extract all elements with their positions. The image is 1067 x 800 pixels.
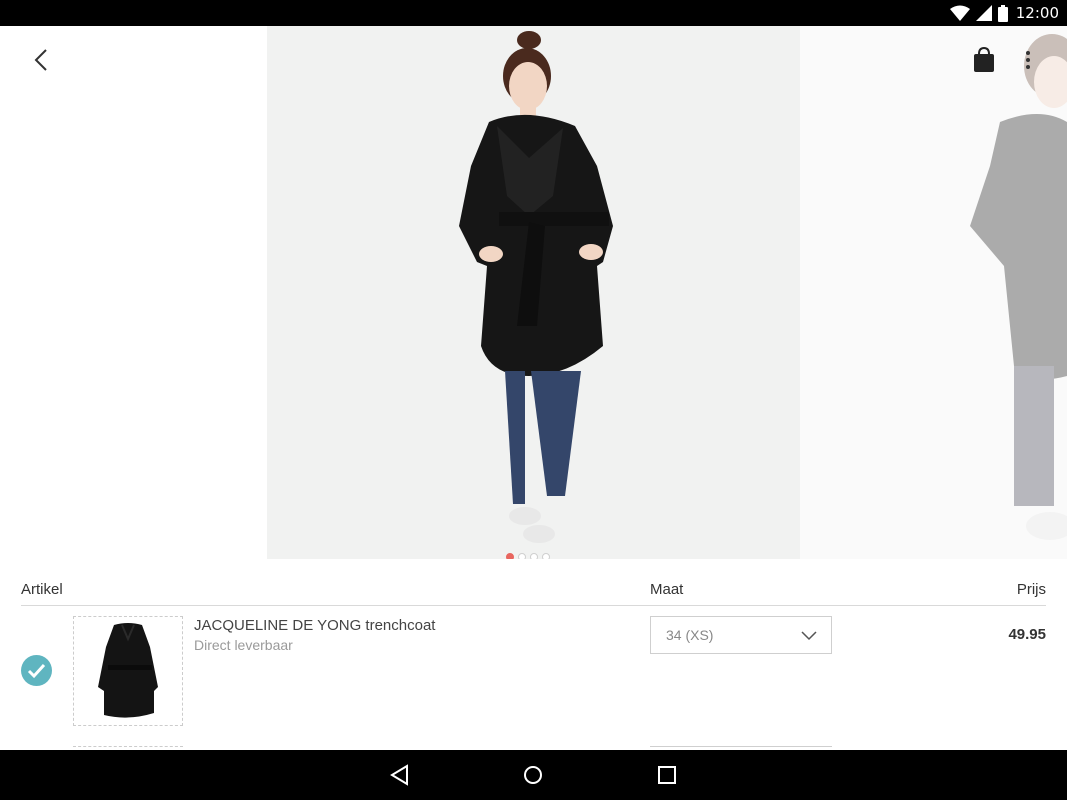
page-dot[interactable] <box>530 553 538 559</box>
chevron-down-icon <box>801 631 817 641</box>
page-dot[interactable] <box>518 553 526 559</box>
coat-model-side-photo[interactable] <box>800 26 1067 559</box>
size-dropdown[interactable]: 34 (XS) <box>650 616 832 654</box>
page-dot[interactable] <box>542 553 550 559</box>
size-value: 34 (XS) <box>666 627 714 643</box>
header-prijs: Prijs <box>1016 581 1046 598</box>
product-name[interactable]: JACQUELINE DE YONG trenchcoat <box>194 617 435 634</box>
availability-status: Direct leverbaar <box>194 637 293 653</box>
coat-model-front-photo[interactable] <box>267 26 800 559</box>
nav-back-button[interactable] <box>387 762 413 788</box>
home-circle-icon <box>524 766 542 784</box>
recents-square-icon <box>658 766 676 784</box>
header-artikel: Artikel <box>21 581 63 598</box>
select-checkbox[interactable] <box>21 655 52 686</box>
checkmark-icon <box>27 663 46 679</box>
chevron-left-icon <box>34 49 47 71</box>
header-maat: Maat <box>650 581 684 598</box>
system-navigation-bar <box>0 750 1067 800</box>
more-options-button[interactable] <box>1018 46 1038 74</box>
cell-signal-icon <box>975 5 992 21</box>
shopping-bag-icon <box>974 46 994 72</box>
status-time: 12:00 <box>1015 4 1059 22</box>
wifi-icon <box>949 5 970 21</box>
product-thumbnail[interactable] <box>73 616 183 726</box>
shopping-bag-button[interactable] <box>970 46 998 74</box>
battery-icon <box>997 4 1008 22</box>
back-triangle-icon <box>390 764 408 786</box>
coat-thumbnail-image <box>98 623 158 718</box>
nav-recents-button[interactable] <box>654 762 680 788</box>
status-icons: 12:00 <box>949 0 1059 26</box>
gallery-page-indicator <box>506 553 550 559</box>
status-bar: 12:00 <box>0 0 1067 26</box>
product-image-gallery[interactable] <box>0 26 1067 559</box>
nav-home-button[interactable] <box>520 762 546 788</box>
back-button[interactable] <box>28 46 56 74</box>
product-price: 49.95 <box>1008 626 1046 643</box>
page-dot-active[interactable] <box>506 553 514 559</box>
more-vertical-icon <box>1026 51 1030 69</box>
table-header: Artikel Maat Prijs <box>21 579 1046 606</box>
